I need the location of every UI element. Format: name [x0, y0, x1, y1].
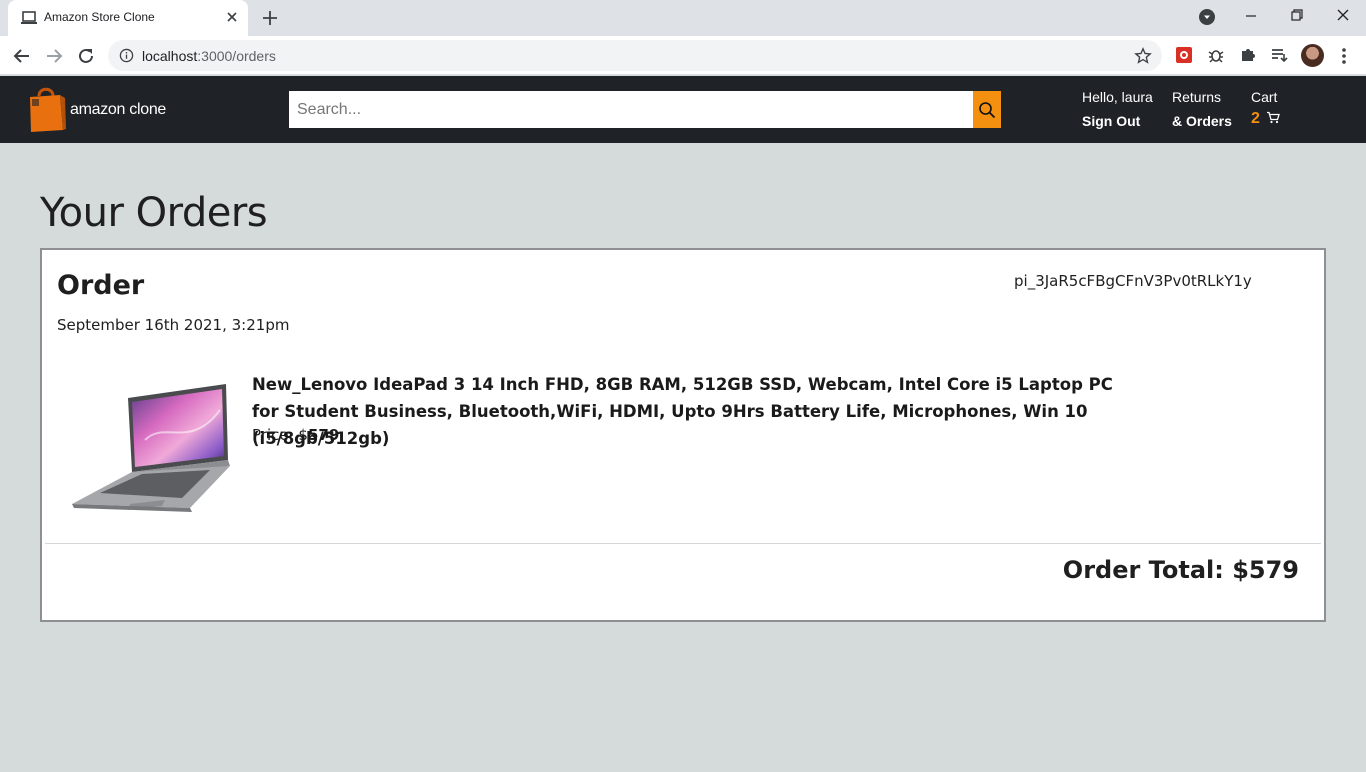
search-bar: [289, 91, 1001, 128]
browser-tab[interactable]: Amazon Store Clone: [8, 0, 248, 36]
account-option[interactable]: Hello, laura Sign Out: [1082, 89, 1153, 129]
chevron-down-icon: [1204, 15, 1210, 19]
product-price: Price: $579: [252, 426, 339, 444]
logo-text: amazon clone: [70, 101, 167, 118]
close-window-button[interactable]: [1320, 0, 1366, 32]
site-header: amazon clone Hello, laura Sign Out Retur…: [0, 76, 1366, 143]
reload-icon[interactable]: [74, 44, 98, 68]
url-text: localhost:3000/orders: [142, 48, 276, 64]
order-date: September 16th 2021, 3:21pm: [57, 316, 290, 334]
search-button[interactable]: [973, 91, 1001, 128]
extensions-puzzle-icon[interactable]: [1238, 45, 1258, 65]
url-path: :3000/orders: [197, 48, 276, 64]
returns-orders-option[interactable]: Returns & Orders: [1172, 89, 1232, 129]
laptop-image: [72, 384, 230, 512]
greeting-text: Hello, laura: [1082, 89, 1153, 105]
reading-list-icon[interactable]: [1269, 45, 1289, 65]
cart-status: 2: [1251, 110, 1280, 128]
laptop-icon: [21, 11, 37, 24]
tab-search-button[interactable]: [1199, 9, 1215, 25]
bookmark-star-icon[interactable]: [1134, 47, 1152, 65]
order-total: Order Total: $579: [1062, 556, 1299, 584]
close-tab-icon[interactable]: [224, 9, 240, 25]
sign-out-link[interactable]: Sign Out: [1082, 113, 1153, 129]
new-tab-icon[interactable]: [259, 7, 281, 29]
price-label: Price: $: [252, 426, 308, 444]
cart-label: Cart: [1251, 89, 1278, 105]
logo[interactable]: amazon clone: [27, 84, 167, 134]
browser-tabstrip: Amazon Store Clone: [0, 0, 1366, 36]
url-host: localhost: [142, 48, 198, 64]
search-input[interactable]: [289, 91, 973, 128]
tab-title: Amazon Store Clone: [44, 10, 155, 24]
order-card: Order pi_3JaR5cFBgCFnV3Pv0tRLkY1y Septem…: [40, 248, 1326, 622]
price-value: 579: [307, 426, 340, 444]
search-icon: [979, 102, 996, 119]
cart-option[interactable]: Cart 2: [1251, 89, 1280, 128]
page-title: Your Orders: [40, 190, 268, 236]
returns-label: Returns: [1172, 89, 1222, 105]
info-icon[interactable]: [119, 48, 134, 63]
address-bar[interactable]: localhost:3000/orders: [108, 40, 1162, 71]
divider: [45, 543, 1321, 544]
profile-avatar[interactable]: [1301, 44, 1324, 67]
forward-icon[interactable]: [42, 44, 66, 68]
product-title: New_Lenovo IdeaPad 3 14 Inch FHD, 8GB RA…: [252, 375, 1113, 448]
back-icon[interactable]: [10, 44, 34, 68]
orders-label: & Orders: [1172, 113, 1232, 129]
order-id: pi_3JaR5cFBgCFnV3Pv0tRLkY1y: [1014, 272, 1252, 290]
bug-icon[interactable]: [1206, 45, 1226, 65]
shopping-bag-icon: [30, 87, 66, 132]
browser-toolbar: localhost:3000/orders: [0, 36, 1366, 75]
cart-count: 2: [1251, 110, 1260, 127]
more-menu-icon[interactable]: [1336, 46, 1352, 66]
restore-button[interactable]: [1274, 0, 1320, 32]
extension-red-icon[interactable]: [1174, 45, 1194, 65]
order-heading: Order: [57, 270, 145, 301]
cart-icon: [1266, 111, 1280, 124]
minimize-button[interactable]: [1228, 0, 1274, 32]
